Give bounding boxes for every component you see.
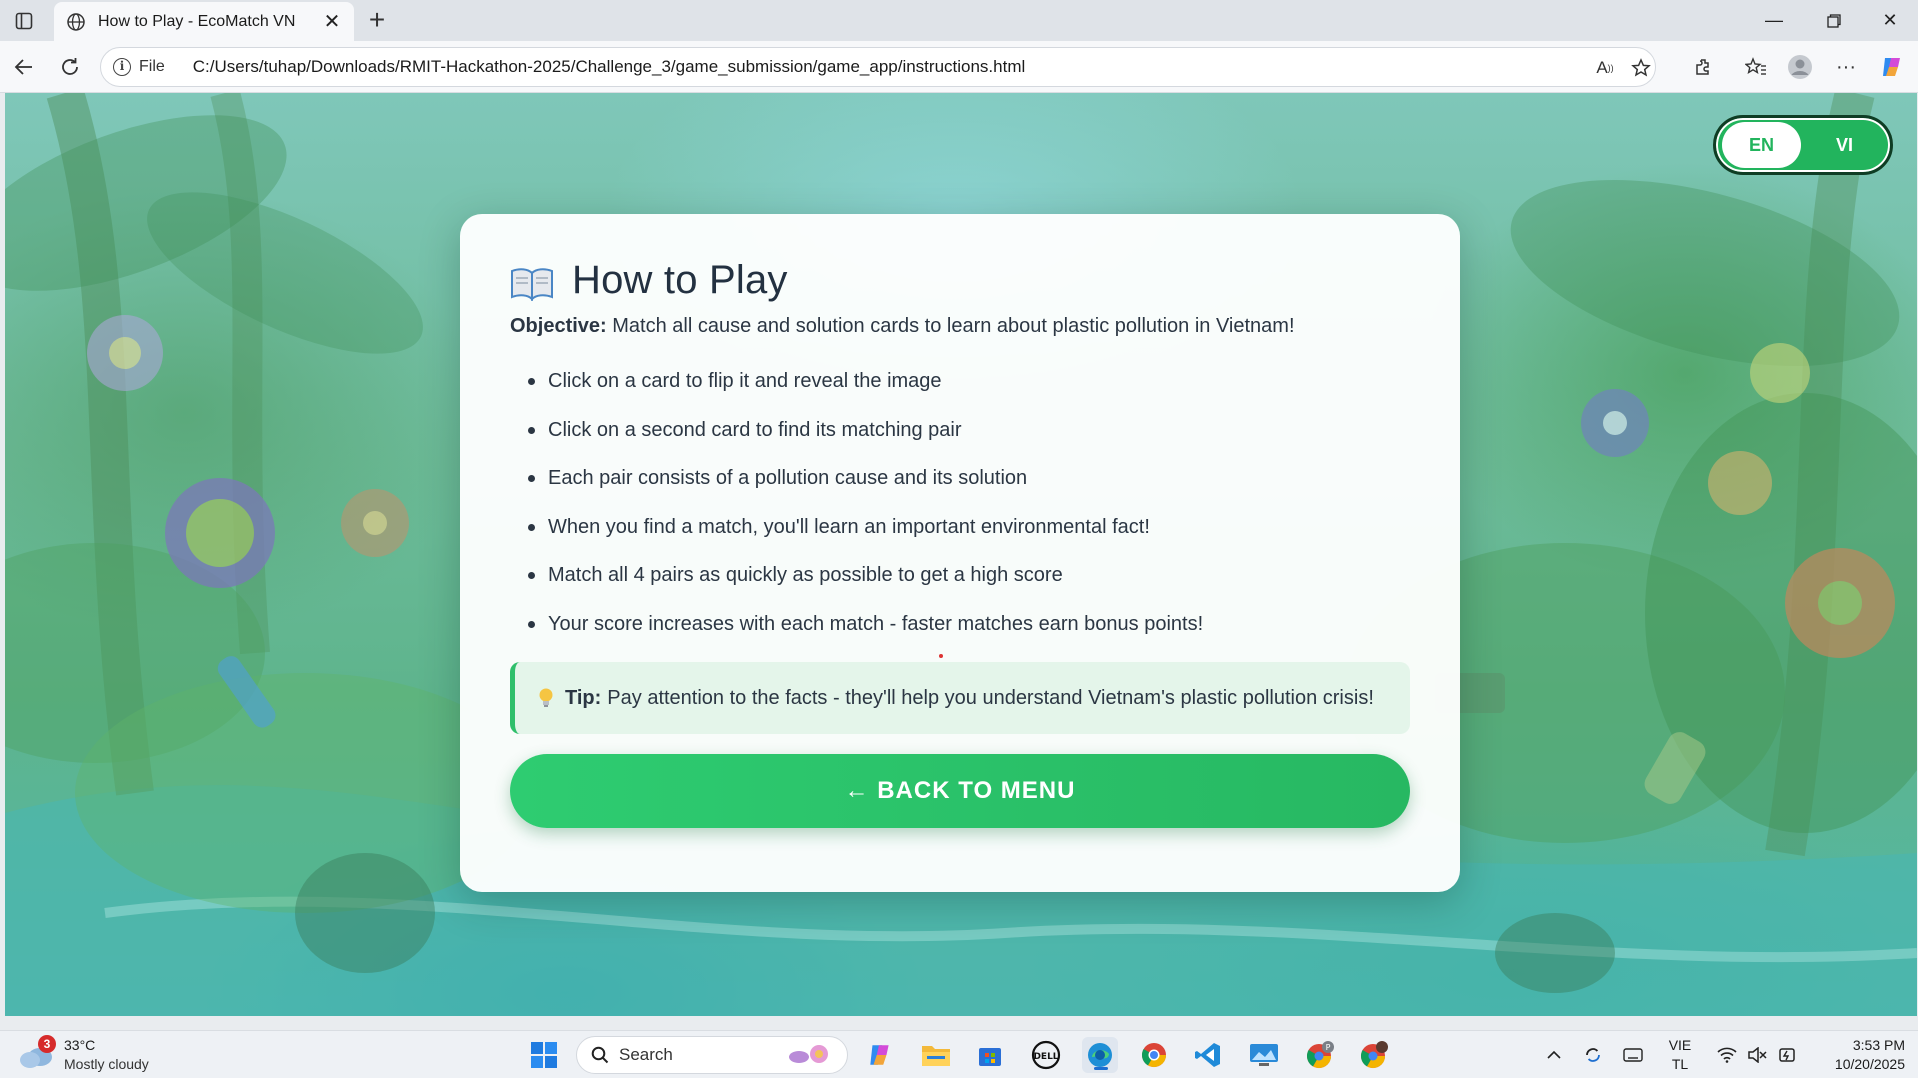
weather-widget[interactable]: 3 33°C Mostly cloudy (18, 1035, 188, 1075)
tab-actions-icon[interactable] (10, 8, 38, 34)
rule-item: When you find a match, you'll learn an i… (524, 503, 1410, 552)
back-to-menu-button[interactable]: ← BACK TO MENU (510, 754, 1410, 828)
language-en-button[interactable]: EN (1722, 122, 1801, 168)
input-method: TL (1671, 1056, 1689, 1072)
address-bar[interactable]: i File C:/Users/tuhap/Downloads/RMIT-Hac… (100, 47, 1656, 87)
edge-browser-icon[interactable] (1082, 1037, 1118, 1073)
taskbar-search[interactable]: Search (576, 1036, 848, 1074)
instructions-card: How to Play Objective: Match all cause a… (460, 214, 1460, 892)
browser-tab-active[interactable]: How to Play - EcoMatch VN ✕ (54, 2, 354, 41)
search-icon (591, 1046, 609, 1064)
sync-icon[interactable] (1580, 1031, 1606, 1078)
svg-text:P: P (1326, 1043, 1331, 1052)
rule-item: Click on a card to flip it and reveal th… (524, 357, 1410, 406)
file-explorer-icon[interactable] (918, 1037, 954, 1073)
close-window-icon[interactable]: ✕ (1862, 0, 1918, 41)
extensions-icon[interactable] (1688, 51, 1720, 83)
language-vi-button[interactable]: VI (1805, 122, 1884, 168)
remote-desktop-icon[interactable] (1246, 1037, 1282, 1073)
objective-description: Match all cause and solution cards to le… (612, 315, 1295, 337)
page-title: How to Play (572, 258, 788, 302)
browser-nav-bar: i File C:/Users/tuhap/Downloads/RMIT-Hac… (0, 41, 1918, 93)
close-tab-icon[interactable]: ✕ (322, 9, 342, 34)
weather-alert-badge: 3 (38, 1035, 56, 1053)
input-language: VIE (1668, 1037, 1692, 1053)
more-menu-icon[interactable]: ··· (1830, 51, 1862, 83)
weather-condition: Mostly cloudy (64, 1056, 149, 1072)
copilot-icon[interactable] (1876, 51, 1908, 83)
profile-avatar-icon[interactable] (1784, 51, 1816, 83)
chrome-profile-p-icon[interactable]: P (1302, 1037, 1338, 1073)
active-app-indicator (1094, 1067, 1108, 1070)
windows-taskbar: 3 33°C Mostly cloudy Search DELL P VIE T… (0, 1030, 1918, 1078)
chrome-profile-icon[interactable] (1356, 1037, 1392, 1073)
keyboard-icon[interactable] (1620, 1031, 1646, 1078)
microsoft-store-icon[interactable] (972, 1037, 1008, 1073)
objective-label: Objective: (510, 315, 607, 337)
search-label: Search (619, 1045, 673, 1064)
favorites-icon[interactable] (1740, 51, 1772, 83)
clock-time: 3:53 PM (1852, 1037, 1905, 1053)
windows-start-icon[interactable] (526, 1037, 562, 1073)
tip-label: Tip: (565, 686, 602, 709)
svg-text:DELL: DELL (1033, 1052, 1058, 1062)
clock-date: 10/20/2025 (1834, 1056, 1905, 1072)
battery-icon[interactable] (1774, 1031, 1800, 1078)
input-language-indicator[interactable]: VIE TL (1660, 1036, 1700, 1074)
minimize-icon[interactable]: — (1746, 0, 1802, 41)
tip-box: Tip: Pay attention to the facts - they'l… (510, 662, 1410, 734)
taskbar-clock[interactable]: 3:53 PM 10/20/2025 (1815, 1036, 1905, 1074)
browser-tab-bar: How to Play - EcoMatch VN ✕ + — ✕ (0, 0, 1918, 41)
wifi-icon[interactable] (1714, 1031, 1740, 1078)
tip-text: Pay attention to the facts - they'll hel… (607, 686, 1374, 709)
rule-item: Each pair consists of a pollution cause … (524, 454, 1410, 503)
restore-icon[interactable] (1806, 0, 1862, 41)
chrome-icon[interactable] (1136, 1037, 1172, 1073)
address-url[interactable]: C:/Users/tuhap/Downloads/RMIT-Hackathon-… (193, 57, 1026, 77)
vscode-icon[interactable] (1190, 1037, 1226, 1073)
page-heading: How to Play (510, 258, 1410, 303)
language-toggle[interactable]: EN VI (1713, 115, 1893, 175)
new-tab-icon[interactable]: + (362, 4, 392, 36)
dell-icon[interactable]: DELL (1028, 1037, 1064, 1073)
favorite-star-icon[interactable] (1625, 48, 1657, 88)
rule-item: Your score increases with each match - f… (524, 600, 1410, 649)
open-book-icon (511, 267, 553, 301)
rule-item: Click on a second card to find its match… (524, 406, 1410, 455)
rule-item: Match all 4 pairs as quickly as possible… (524, 551, 1410, 600)
show-hidden-icons-chevron-icon[interactable] (1542, 1031, 1566, 1078)
back-arrow-icon[interactable] (8, 51, 40, 83)
cursor-dot (939, 654, 943, 658)
weather-temperature: 33°C (64, 1037, 96, 1053)
lightbulb-icon (539, 688, 553, 707)
objective-text: Objective: Match all cause and solution … (510, 311, 1410, 341)
tab-title: How to Play - EcoMatch VN (98, 12, 296, 30)
rules-list: Click on a card to flip it and reveal th… (524, 357, 1410, 648)
globe-icon (67, 12, 85, 31)
page-viewport: EN VI How to Play Objective: Match all c… (5, 93, 1917, 1016)
volume-muted-icon[interactable] (1744, 1031, 1770, 1078)
copilot-app-icon[interactable] (862, 1037, 898, 1073)
search-highlight-icon (789, 1045, 828, 1063)
refresh-icon[interactable] (54, 51, 86, 83)
address-protocol: File (139, 58, 165, 75)
read-aloud-icon[interactable]: A)) (1589, 48, 1621, 88)
site-info-icon[interactable]: i (113, 58, 131, 76)
